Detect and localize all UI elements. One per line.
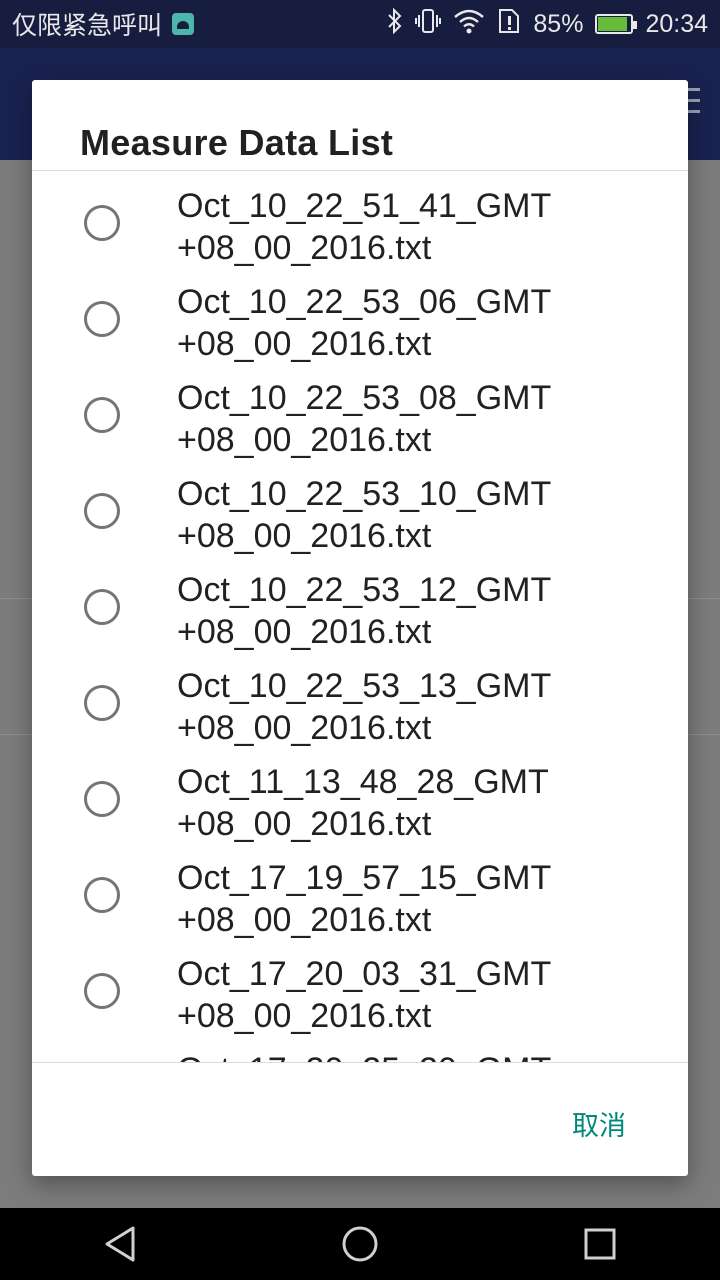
file-name: Oct_17_20_25_20_GMT +08_00_2016.txt bbox=[177, 1049, 597, 1062]
back-icon[interactable] bbox=[40, 1208, 200, 1280]
dialog-title: Measure Data List bbox=[80, 122, 394, 163]
file-list[interactable]: Oct_10_22_51_41_GMT +08_00_2016.txt Oct_… bbox=[32, 171, 688, 1062]
navigation-bar bbox=[0, 1208, 720, 1280]
list-item[interactable]: Oct_17_20_25_20_GMT +08_00_2016.txt bbox=[32, 1035, 688, 1062]
list-item[interactable]: Oct_10_22_53_08_GMT +08_00_2016.txt bbox=[32, 363, 688, 459]
list-item[interactable]: Oct_10_22_53_10_GMT +08_00_2016.txt bbox=[32, 459, 688, 555]
bottom-divider bbox=[32, 1062, 688, 1063]
file-name: Oct_10_22_53_13_GMT +08_00_2016.txt bbox=[177, 667, 552, 747]
radio-button-icon[interactable] bbox=[84, 205, 120, 241]
bluetooth-icon bbox=[387, 7, 403, 41]
radio-button-icon[interactable] bbox=[84, 685, 120, 721]
recents-icon[interactable] bbox=[520, 1208, 680, 1280]
file-name: Oct_10_22_53_12_GMT +08_00_2016.txt bbox=[177, 571, 552, 651]
radio-button-icon[interactable] bbox=[84, 301, 120, 337]
status-left: 仅限紧急呼叫 bbox=[12, 6, 195, 42]
file-name: Oct_11_13_48_28_GMT +08_00_2016.txt bbox=[177, 763, 549, 843]
radio-button-icon[interactable] bbox=[84, 397, 120, 433]
vibrate-icon bbox=[415, 8, 442, 41]
carrier-text: 仅限紧急呼叫 bbox=[12, 12, 163, 40]
file-name: Oct_17_19_57_15_GMT +08_00_2016.txt bbox=[177, 859, 552, 939]
wifi-icon bbox=[453, 8, 485, 41]
status-right: 85% 20:34 bbox=[387, 7, 708, 41]
list-item[interactable]: Oct_10_22_53_13_GMT +08_00_2016.txt bbox=[32, 651, 688, 747]
android-notification-icon bbox=[172, 13, 195, 35]
sim-alert-icon bbox=[497, 8, 521, 41]
radio-button-icon[interactable] bbox=[84, 589, 120, 625]
battery-percent: 85% bbox=[533, 9, 584, 38]
list-item[interactable]: Oct_17_19_57_15_GMT +08_00_2016.txt bbox=[32, 843, 688, 939]
list-item[interactable]: Oct_17_20_03_31_GMT +08_00_2016.txt bbox=[32, 939, 688, 1035]
home-icon[interactable] bbox=[280, 1208, 440, 1280]
file-name: Oct_10_22_51_41_GMT +08_00_2016.txt bbox=[177, 187, 552, 267]
battery-charging-icon bbox=[595, 14, 638, 34]
status-bar: 仅限紧急呼叫 85% 20:34 bbox=[0, 0, 720, 48]
cancel-button[interactable]: 取消 bbox=[558, 1098, 640, 1149]
list-item[interactable]: Oct_10_22_51_41_GMT +08_00_2016.txt bbox=[32, 171, 688, 267]
radio-button-icon[interactable] bbox=[84, 781, 120, 817]
list-item[interactable]: Oct_10_22_53_12_GMT +08_00_2016.txt bbox=[32, 555, 688, 651]
battery-fill bbox=[598, 17, 628, 31]
clock: 20:34 bbox=[645, 9, 708, 38]
file-name: Oct_10_22_53_10_GMT +08_00_2016.txt bbox=[177, 475, 552, 555]
measure-data-dialog: Measure Data List Oct_10_22_51_41_GMT +0… bbox=[32, 80, 688, 1176]
list-item[interactable]: Oct_10_22_53_06_GMT +08_00_2016.txt bbox=[32, 267, 688, 363]
file-name: Oct_17_20_03_31_GMT +08_00_2016.txt bbox=[177, 955, 552, 1035]
file-name: Oct_10_22_53_06_GMT +08_00_2016.txt bbox=[177, 283, 552, 363]
radio-button-icon[interactable] bbox=[84, 973, 120, 1009]
list-item[interactable]: Oct_11_13_48_28_GMT +08_00_2016.txt bbox=[32, 747, 688, 843]
radio-button-icon[interactable] bbox=[84, 877, 120, 913]
file-name: Oct_10_22_53_08_GMT +08_00_2016.txt bbox=[177, 379, 552, 459]
radio-button-icon[interactable] bbox=[84, 493, 120, 529]
